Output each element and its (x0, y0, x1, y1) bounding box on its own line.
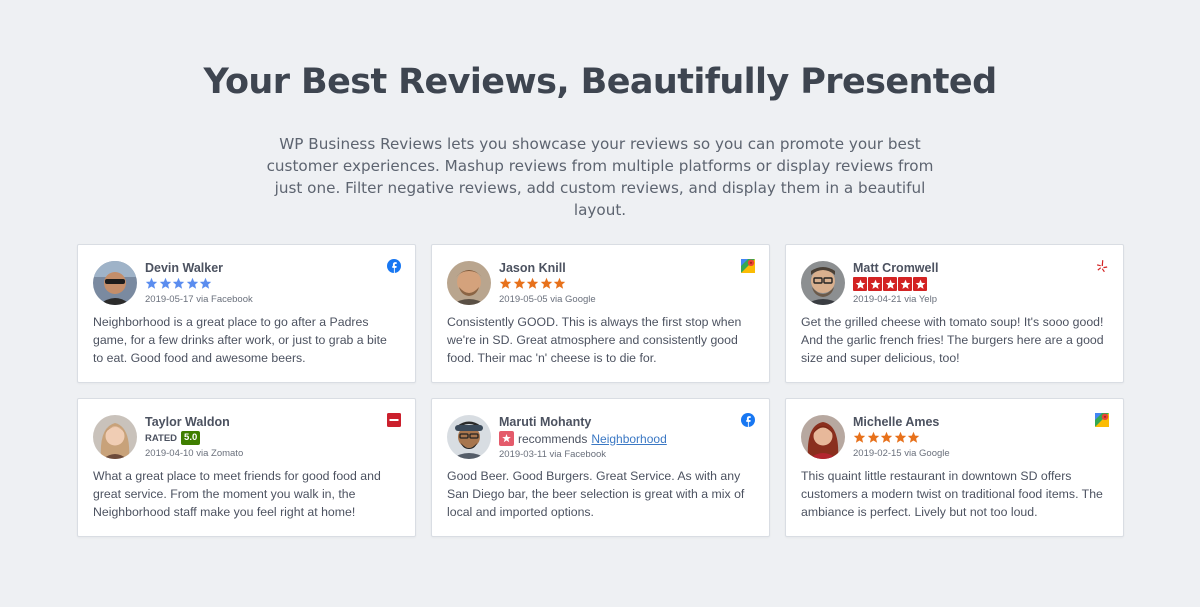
star-icon (553, 277, 566, 289)
facebook-icon[interactable] (387, 259, 401, 273)
review-card: Michelle Ames 2019-02-15 via Google This… (785, 398, 1124, 537)
avatar (93, 415, 137, 459)
star-icon (159, 277, 171, 289)
star-icon (867, 431, 879, 443)
reviewer-name: Taylor Waldon (145, 415, 230, 429)
star-icon (540, 277, 552, 289)
review-card: Matt Cromwell 2019-04-21 via Yelp Get th… (785, 244, 1124, 383)
review-text: Get the grilled cheese with tomato soup!… (801, 315, 1104, 365)
reviewer-name: Matt Cromwell (853, 261, 939, 275)
yelp-star-icon (883, 277, 897, 291)
star-icon (145, 277, 158, 289)
zomato-rating: RATED 5.0 (145, 430, 243, 446)
yelp-star-icon (853, 277, 867, 291)
avatar (93, 261, 137, 305)
star-icon (526, 277, 539, 289)
facebook-icon[interactable] (741, 413, 755, 427)
avatar (801, 261, 845, 305)
star-rating (499, 277, 596, 292)
review-text: Neighborhood is a great place to go afte… (93, 315, 387, 365)
yelp-star-rating (853, 277, 938, 292)
star-icon (894, 431, 906, 443)
star-icon (186, 277, 198, 289)
review-card: Jason Knill 2019-05-05 via Google Consis… (431, 244, 770, 383)
google-maps-icon[interactable] (741, 259, 755, 273)
rated-label: RATED (145, 432, 178, 444)
star-icon (880, 431, 893, 443)
reviewer-name: Maruti Mohanty (499, 415, 592, 429)
page-description: WP Business Reviews lets you showcase yo… (266, 135, 934, 219)
review-text: Consistently GOOD. This is always the fi… (447, 315, 742, 365)
yelp-star-icon (868, 277, 882, 291)
star-rating (853, 431, 950, 446)
review-text: This quaint little restaurant in downtow… (801, 469, 1103, 519)
star-icon (907, 431, 920, 443)
rating-badge: 5.0 (181, 431, 201, 445)
review-card: Devin Walker 2019-05-17 via Facebook Nei… (77, 244, 416, 383)
review-date: 2019-03-11 via Facebook (499, 449, 607, 460)
recommendation: recommends Neighborhood (499, 430, 667, 447)
reviewer-name: Devin Walker (145, 261, 224, 275)
zomato-icon[interactable] (387, 413, 401, 427)
star-icon (199, 277, 212, 289)
avatar (801, 415, 845, 459)
yelp-star-icon (913, 277, 927, 291)
review-date: 2019-05-05 via Google (499, 294, 596, 305)
review-date: 2019-04-21 via Yelp (853, 294, 937, 305)
star-icon (853, 431, 866, 443)
recommend-icon (499, 431, 514, 446)
star-icon (172, 277, 185, 289)
star-icon (499, 277, 512, 289)
page-title: Your Best Reviews, Beautifully Presented (203, 62, 997, 102)
reviewer-name: Michelle Ames (853, 415, 940, 429)
yelp-icon[interactable] (1095, 259, 1109, 273)
review-date: 2019-05-17 via Facebook (145, 294, 253, 305)
review-date: 2019-04-10 via Zomato (145, 448, 244, 459)
avatar (447, 261, 491, 305)
reviewer-name: Jason Knill (499, 261, 566, 275)
business-link[interactable]: Neighborhood (591, 432, 666, 446)
avatar (447, 415, 491, 459)
star-icon (513, 277, 525, 289)
yelp-star-icon (898, 277, 912, 291)
recommends-label: recommends (518, 431, 588, 446)
review-text: Good Beer. Good Burgers. Great Service. … (447, 469, 745, 519)
google-maps-icon[interactable] (1095, 413, 1109, 427)
review-date: 2019-02-15 via Google (853, 448, 950, 459)
review-text: What a great place to meet friends for g… (93, 469, 381, 519)
review-card: Maruti Mohanty recommends Neighborhood 2… (431, 398, 770, 537)
review-card: Taylor Waldon RATED 5.0 2019-04-10 via Z… (77, 398, 416, 537)
reviews-grid: Devin Walker 2019-05-17 via Facebook Nei… (77, 244, 1124, 537)
star-rating (145, 277, 253, 292)
